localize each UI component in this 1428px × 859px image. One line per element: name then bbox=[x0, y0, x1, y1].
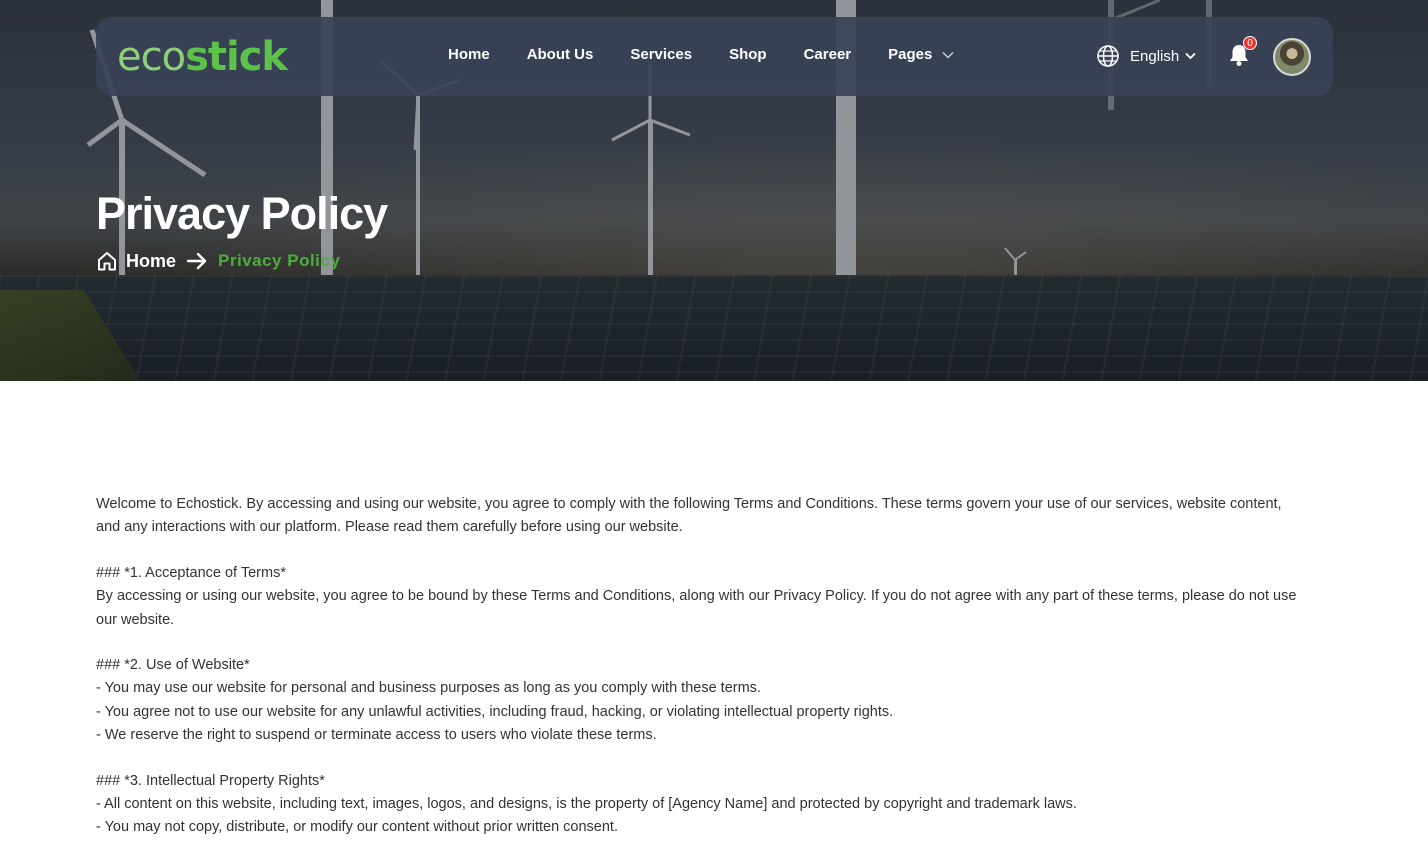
breadcrumb: Home Privacy Policy bbox=[96, 249, 340, 273]
section-heading: ### *3. Intellectual Property Rights* bbox=[96, 772, 325, 789]
section-line: - All content on this website, including… bbox=[96, 796, 1077, 813]
language-selector[interactable]: English bbox=[1096, 44, 1196, 68]
arrow-right-icon bbox=[186, 252, 208, 270]
main-navbar: ecostick Home About Us Services Shop Car… bbox=[96, 17, 1333, 96]
section-line: - You agree not to use our website for a… bbox=[96, 703, 894, 720]
nav-shop[interactable]: Shop bbox=[729, 45, 767, 65]
section-heading: ### *1. Acceptance of Terms* bbox=[96, 564, 286, 581]
nav-pages-dropdown[interactable]: Pages bbox=[888, 45, 954, 65]
home-icon[interactable] bbox=[96, 250, 118, 272]
section-acceptance-of-terms: ### *1. Acceptance of Terms* By accessin… bbox=[96, 562, 1336, 632]
user-avatar[interactable] bbox=[1273, 38, 1311, 76]
logo-eco-text: eco bbox=[117, 34, 186, 80]
intro-line: and any interactions with our platform. … bbox=[96, 519, 683, 536]
notification-badge: 0 bbox=[1243, 36, 1257, 50]
logo-stick-text: stick bbox=[185, 34, 288, 80]
language-label: English bbox=[1130, 47, 1180, 65]
section-line: - We reserve the right to suspend or ter… bbox=[96, 727, 657, 744]
ecostick-logo[interactable]: ecostick bbox=[117, 33, 288, 81]
nav-services[interactable]: Services bbox=[630, 45, 692, 65]
chevron-down-icon bbox=[1185, 52, 1196, 60]
intro-paragraph: Welcome to Echostick. By accessing and u… bbox=[96, 493, 1336, 540]
nav-career[interactable]: Career bbox=[804, 45, 852, 65]
nav-home[interactable]: Home bbox=[448, 45, 490, 65]
section-use-of-website: ### *2. Use of Website* - You may use ou… bbox=[96, 654, 1336, 748]
breadcrumb-current: Privacy Policy bbox=[218, 251, 341, 270]
globe-icon bbox=[1097, 45, 1119, 67]
intro-line: Welcome to Echostick. By accessing and u… bbox=[96, 496, 1282, 512]
nav-about-us[interactable]: About Us bbox=[527, 45, 594, 65]
section-line: By accessing or using our website, you a… bbox=[96, 588, 1297, 605]
section-line: our website. bbox=[96, 611, 175, 628]
breadcrumb-home-link[interactable]: Home bbox=[126, 251, 176, 272]
section-intellectual-property: ### *3. Intellectual Property Rights* - … bbox=[96, 770, 1336, 840]
nav-menu: Home About Us Services Shop Career Pages bbox=[448, 45, 991, 65]
page-title: Privacy Policy bbox=[96, 188, 388, 239]
policy-content: Welcome to Echostick. By accessing and u… bbox=[96, 493, 1336, 859]
section-heading: ### *2. Use of Website* bbox=[96, 657, 250, 674]
section-line: - You may not copy, distribute, or modif… bbox=[96, 819, 618, 836]
section-line: - You may use our website for personal a… bbox=[96, 680, 761, 697]
chevron-down-icon bbox=[942, 51, 954, 59]
nav-pages-label: Pages bbox=[888, 46, 933, 63]
